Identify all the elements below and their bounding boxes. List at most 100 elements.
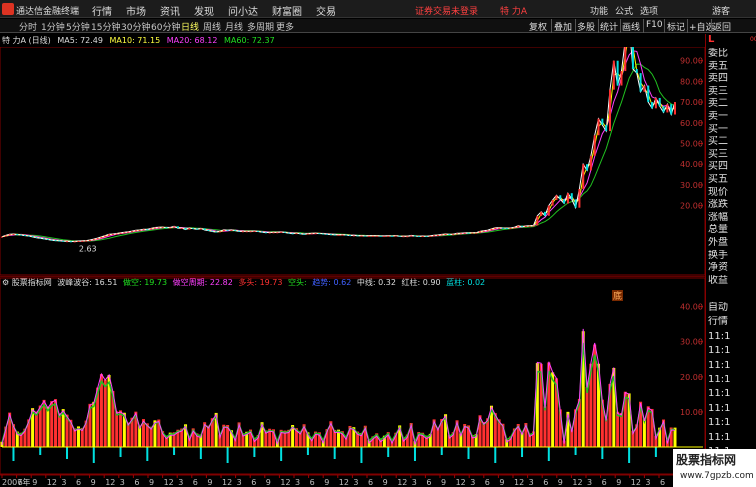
- candle: [383, 236, 386, 238]
- candle: [440, 234, 443, 236]
- candle: [532, 225, 535, 227]
- quote-row-label: 买五: [708, 174, 728, 185]
- biaoji-button[interactable]: 标记: [667, 20, 685, 33]
- candle: [253, 230, 256, 232]
- kline-chart[interactable]: 100.090.0080.0070.0060.0050.0040.0030.00…: [0, 47, 705, 487]
- tongji-button[interactable]: 统计: [600, 20, 618, 33]
- indicator-bar: [119, 410, 123, 447]
- indicator-bar: [551, 372, 555, 447]
- diejia-button[interactable]: 叠加: [554, 20, 572, 33]
- menu-xuanxiang[interactable]: 选项: [640, 4, 658, 17]
- candle: [605, 124, 608, 132]
- menu-gongshi[interactable]: 公式: [615, 4, 633, 17]
- menu-gongneng[interactable]: 功能: [590, 4, 608, 17]
- toolbar-divider: [620, 19, 621, 33]
- period-multi[interactable]: 多周期: [247, 20, 274, 33]
- candle: [77, 240, 80, 242]
- indicator-negative-bar: [574, 447, 577, 455]
- quote-row-label: 换手: [708, 249, 728, 261]
- candle: [261, 231, 264, 233]
- indicator-negative-bar: [360, 447, 363, 463]
- ma60-label: MA60: 72.37: [224, 36, 275, 45]
- period-week[interactable]: 周线: [203, 20, 221, 33]
- f10-button[interactable]: F10: [646, 20, 663, 30]
- tick-time-label: 11:1: [708, 359, 731, 371]
- menu-zixun[interactable]: 资讯: [160, 3, 180, 18]
- candle: [268, 232, 271, 234]
- x-axis-label: 9: [383, 478, 388, 487]
- candle: [521, 225, 524, 227]
- candle: [184, 227, 187, 230]
- indicator-bar: [585, 387, 589, 447]
- tick-time-label: 11:1: [708, 330, 731, 342]
- candle: [436, 234, 439, 236]
- menu-shichang[interactable]: 市场: [126, 3, 146, 18]
- ma60-line: [1, 63, 676, 242]
- huaxian-button[interactable]: 画线: [622, 20, 640, 33]
- period-toolbar: 分时 1分钟 5分钟 15分钟 30分钟 60分钟 日线 周线 月线 多周期 更…: [0, 19, 756, 33]
- candle: [620, 71, 623, 86]
- candle: [310, 233, 313, 235]
- candle: [364, 235, 367, 237]
- guest-label[interactable]: 游客: [712, 4, 730, 17]
- menu-hangqing[interactable]: 行情: [92, 3, 112, 18]
- period-more[interactable]: 更多: [276, 20, 294, 33]
- candle: [375, 235, 378, 237]
- indicator-negative-bar: [12, 447, 15, 461]
- login-status[interactable]: 证券交易未登录: [415, 4, 478, 17]
- indicator-bar: [482, 421, 486, 447]
- indicator-negative-bar: [199, 447, 202, 459]
- period-month[interactable]: 月线: [225, 20, 243, 33]
- duogu-button[interactable]: 多股: [577, 20, 595, 33]
- indicator-negative-bar: [440, 447, 443, 455]
- x-axis-label: 6: [485, 478, 490, 487]
- period-day[interactable]: 日线: [181, 20, 199, 33]
- period-30min[interactable]: 30分钟: [121, 20, 150, 33]
- price-axis-label: 80.00: [680, 77, 703, 86]
- candle: [4, 235, 7, 237]
- menu-wenxiaoda[interactable]: 问小达: [228, 3, 258, 18]
- indicator-negative-bar: [628, 447, 631, 463]
- quote-row-label: 买三: [708, 148, 728, 160]
- candle: [528, 225, 531, 227]
- period-1min[interactable]: 1分钟: [41, 20, 65, 33]
- menu-jiaoyi[interactable]: 交易: [316, 3, 336, 18]
- candle: [108, 234, 111, 236]
- candle: [471, 232, 474, 234]
- candle: [635, 68, 638, 74]
- x-axis-label: 3: [61, 478, 66, 487]
- x-axis-label: 3: [120, 478, 125, 487]
- indicator-axis-label: 40.00: [680, 303, 703, 312]
- candle: [387, 235, 390, 237]
- menu-faxian[interactable]: 发现: [194, 3, 214, 18]
- x-axis-label: 12: [339, 478, 349, 487]
- menu-caifuquan[interactable]: 财富圈: [272, 3, 302, 18]
- period-60min[interactable]: 60分钟: [151, 20, 180, 33]
- back-button[interactable]: 返回: [713, 20, 731, 33]
- candle: [345, 234, 348, 236]
- candle: [559, 195, 562, 200]
- candle: [639, 73, 642, 92]
- period-5min[interactable]: 5分钟: [66, 20, 90, 33]
- indicator-bar: [616, 411, 620, 447]
- indicator-negative-bar: [119, 447, 122, 457]
- x-axis-label: 3: [412, 478, 417, 487]
- period-15min[interactable]: 15分钟: [91, 20, 120, 33]
- price-axis-label: 20.00: [680, 202, 703, 211]
- indicator-negative-bar: [601, 447, 604, 459]
- period-fenshi[interactable]: 分时: [19, 20, 37, 33]
- candle: [360, 235, 363, 237]
- fuquan-button[interactable]: 复权: [529, 20, 547, 33]
- x-axis-label: 12: [397, 478, 407, 487]
- indicator-negative-bar: [494, 447, 497, 463]
- candle: [501, 227, 504, 229]
- watermark-title: 股票指标网: [676, 453, 737, 467]
- candle: [241, 231, 244, 233]
- tick-time-label: 11:1: [708, 417, 731, 429]
- quote-row-label: 总量: [708, 224, 728, 236]
- candle: [509, 227, 512, 229]
- stock-code: 000025: [750, 36, 756, 43]
- x-axis-label: 6: [368, 478, 373, 487]
- candle: [666, 104, 669, 113]
- indicator-negative-bar: [66, 447, 69, 459]
